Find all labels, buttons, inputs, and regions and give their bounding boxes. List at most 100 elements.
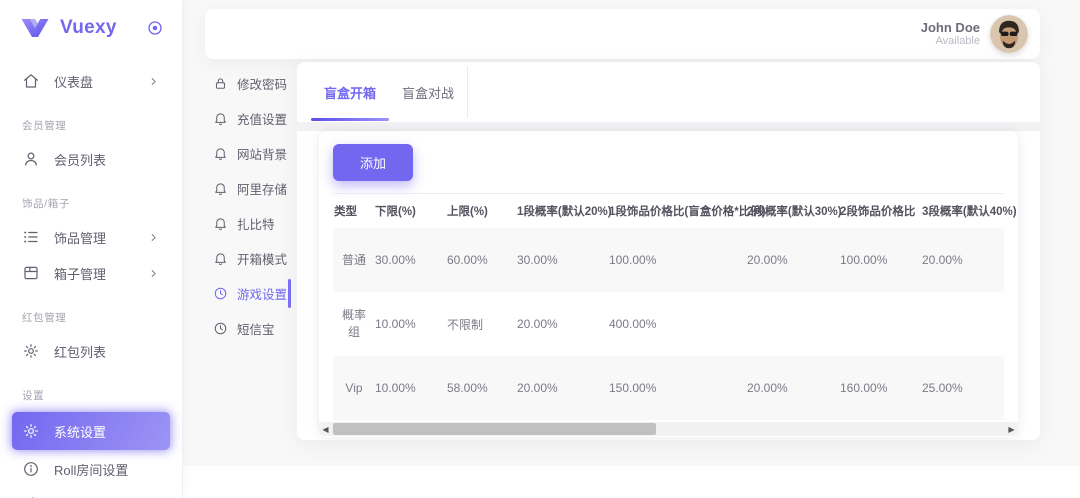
settings-nav: 修改密码充值设置网站背景阿里存储扎比特开箱模式游戏设置短信宝 (205, 62, 297, 440)
footer-strip (183, 466, 1080, 498)
horizontal-scrollbar[interactable]: ◀ ▶ (319, 422, 1018, 436)
bell-icon (213, 216, 228, 231)
settings-nav-item-修改密码[interactable]: 修改密码 (205, 66, 297, 101)
settings-nav-label: 短信宝 (237, 319, 275, 338)
settings-nav-item-游戏设置[interactable]: 游戏设置 (205, 276, 297, 311)
add-button[interactable]: 添加 (333, 144, 413, 181)
sidebar-pin-toggle-icon[interactable] (146, 19, 164, 37)
nav-section-label: 饰品/箱子 (0, 178, 182, 218)
tab-盲盒开箱[interactable]: 盲盒开箱 (311, 62, 389, 122)
tabs-bar: 盲盒开箱盲盒对战 (297, 62, 1040, 122)
table-cell: 20.00% (747, 228, 840, 292)
settings-nav-label: 充值设置 (237, 109, 287, 128)
card-body: 添加 类型下限(%)上限(%)1段概率(默认20%)1段饰品价格比(盲盒价格*比… (297, 131, 1040, 440)
info-icon (22, 460, 40, 478)
content-area: 修改密码充值设置网站背景阿里存储扎比特开箱模式游戏设置短信宝 盲盒开箱盲盒对战 … (205, 62, 1040, 440)
sidebar-item-会员列表[interactable]: 会员列表 (12, 142, 170, 176)
sidebar-item-Roll房间设置[interactable]: Roll房间设置 (12, 452, 170, 486)
column-header: 1段概率(默认20%) (517, 194, 609, 229)
sidebar-item-箱子管理[interactable]: 箱子管理 (12, 256, 170, 290)
sidebar-item-饰品管理[interactable]: 饰品管理 (12, 220, 170, 254)
user-menu[interactable]: John Doe Available (921, 15, 1028, 53)
settings-nav-item-充值设置[interactable]: 充值设置 (205, 101, 297, 136)
table-cell: 30.00% (375, 228, 447, 292)
table-cell: 100.00% (609, 228, 747, 292)
bell-icon (213, 111, 228, 126)
column-header: 3段概率(默认40%) (922, 194, 1004, 229)
box-icon (22, 264, 40, 282)
tab-盲盒对战[interactable]: 盲盒对战 (389, 62, 467, 122)
sidebar-item-仪表盘[interactable]: 仪表盘 (12, 64, 170, 98)
sidebar: Vuexy 仪表盘会员管理会员列表饰品/箱子饰品管理箱子管理红包管理红包列表设置… (0, 0, 183, 498)
table-cell: 100.00% (840, 228, 922, 292)
settings-card: 盲盒开箱盲盒对战 添加 类型下限(%)上限(%)1段概率(默认20%)1段饰品价… (297, 62, 1040, 440)
user-name: John Doe (921, 20, 980, 35)
scrollbar-thumb[interactable] (333, 423, 656, 435)
table-row: 普通30.00%60.00%30.00%100.00%20.00%100.00%… (333, 228, 1004, 292)
chevron-right-icon (147, 231, 160, 244)
table-cell: 不限制 (447, 292, 517, 356)
table-cell: 10.00% (375, 356, 447, 420)
settings-nav-item-扎比特[interactable]: 扎比特 (205, 206, 297, 241)
user-avatar[interactable] (990, 15, 1028, 53)
column-header: 1段饰品价格比(盲盒价格*比例) (609, 194, 747, 229)
nav-section-label: 会员管理 (0, 100, 182, 140)
sidebar-item-label: 箱子管理 (54, 264, 147, 283)
app-root: Vuexy 仪表盘会员管理会员列表饰品/箱子饰品管理箱子管理红包管理红包列表设置… (0, 0, 1080, 498)
settings-nav-label: 扎比特 (237, 214, 275, 233)
sidebar-item-红包列表[interactable]: 红包列表 (12, 334, 170, 368)
gear-icon (22, 342, 40, 360)
tab-divider (467, 66, 468, 118)
column-header: 下限(%) (375, 194, 447, 229)
bell-icon (213, 251, 228, 266)
table-panel: 添加 类型下限(%)上限(%)1段概率(默认20%)1段饰品价格比(盲盒价格*比… (319, 131, 1018, 437)
sidebar-item-label: 系统设置 (54, 422, 160, 441)
settings-nav-item-阿里存储[interactable]: 阿里存储 (205, 171, 297, 206)
bell-icon (213, 146, 228, 161)
scroll-left-arrow-icon[interactable]: ◀ (319, 422, 332, 436)
chevron-right-icon (147, 267, 160, 280)
table-cell: 10.00% (375, 292, 447, 356)
bell-icon (213, 181, 228, 196)
table-cell: 20.00% (922, 228, 1004, 292)
sidebar-item-label: 饰品管理 (54, 228, 147, 247)
scrollbar-track[interactable] (332, 422, 1005, 436)
settings-nav-label: 修改密码 (237, 74, 287, 93)
table-cell: 概率组 (333, 292, 375, 356)
top-navbar: John Doe Available (205, 9, 1040, 59)
settings-nav-item-短信宝[interactable]: 短信宝 (205, 311, 297, 346)
table-cell: 20.00% (517, 292, 609, 356)
nav-section-label: 设置 (0, 370, 182, 410)
clock-icon (213, 321, 228, 336)
sidebar-item-系统设置[interactable]: 系统设置 (12, 412, 170, 450)
nav-section-label: 红包管理 (0, 292, 182, 332)
user-meta: John Doe Available (921, 20, 980, 48)
scroll-right-arrow-icon[interactable]: ▶ (1005, 422, 1018, 436)
table-row: Vip10.00%58.00%20.00%150.00%20.00%160.00… (333, 356, 1004, 420)
lock-icon (213, 76, 228, 91)
chevron-right-icon (147, 75, 160, 88)
sidebar-item-支付商号设置[interactable]: 支付商号设置 (12, 488, 170, 498)
clock-icon (213, 286, 228, 301)
tabs-divider-strip (297, 122, 1040, 131)
sidebar-item-label: 仪表盘 (54, 72, 147, 91)
sidebar-item-label: 会员列表 (54, 150, 160, 169)
column-header: 上限(%) (447, 194, 517, 229)
table-cell: 20.00% (747, 356, 840, 420)
table-cell: 20.00% (517, 356, 609, 420)
settings-nav-item-开箱模式[interactable]: 开箱模式 (205, 241, 297, 276)
settings-nav-label: 阿里存储 (237, 179, 287, 198)
settings-nav-label: 网站背景 (237, 144, 287, 163)
user-icon (22, 150, 40, 168)
brand-header: Vuexy (0, 0, 182, 56)
column-header: 类型 (333, 194, 375, 229)
list-icon (22, 228, 40, 246)
brand-name: Vuexy (60, 17, 146, 39)
settings-nav-item-网站背景[interactable]: 网站背景 (205, 136, 297, 171)
table-cell: 400.00% (609, 292, 747, 356)
table-header-row: 类型下限(%)上限(%)1段概率(默认20%)1段饰品价格比(盲盒价格*比例)2… (333, 194, 1004, 229)
gear-icon (22, 422, 40, 440)
table-cell (747, 292, 840, 356)
table-toolbar: 添加 (319, 131, 1018, 193)
sidebar-nav: 仪表盘会员管理会员列表饰品/箱子饰品管理箱子管理红包管理红包列表设置系统设置 Ro… (0, 56, 182, 498)
